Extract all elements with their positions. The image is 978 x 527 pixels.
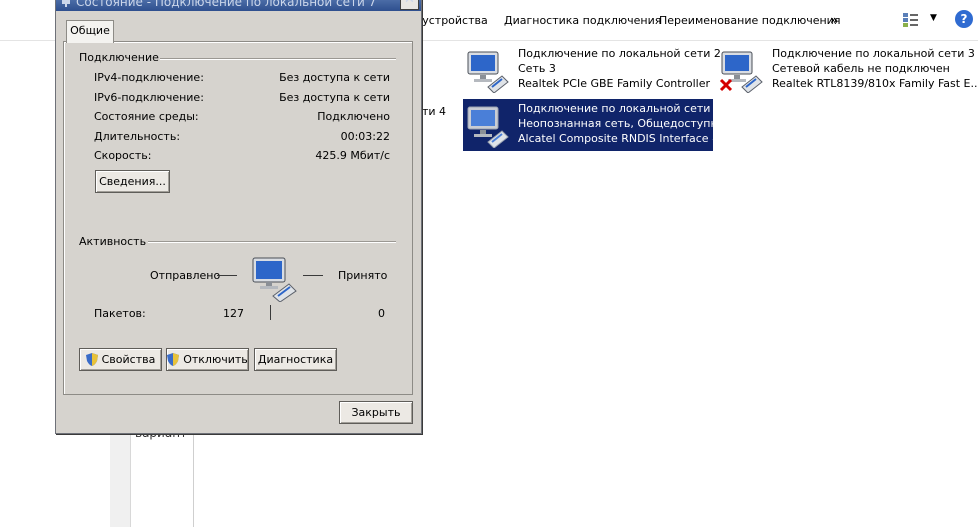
ipv4-value: Без доступа к сети xyxy=(279,71,390,84)
adapter-status: Сеть 3 xyxy=(518,62,556,75)
adapter-4-partial-label: ти 4 xyxy=(422,105,447,118)
duration-value: 00:03:22 xyxy=(340,130,390,143)
adapter-name: Подключение по локальной сети 3 xyxy=(772,47,975,60)
connection-status-dialog: Состояние - Подключение по локальной сет… xyxy=(55,0,422,434)
network-status-icon xyxy=(61,0,71,8)
adapter-status: Сетевой кабель не подключен xyxy=(772,62,950,75)
adapter-item-lan3[interactable]: Подключение по локальной сети 3 Сетевой … xyxy=(717,44,978,96)
adapter-status: Неопознанная сеть, Общедоступно xyxy=(518,117,725,130)
adapter-item-lan7[interactable]: Подключение по локальной сети 7 Неопозна… xyxy=(463,99,728,151)
view-icon[interactable] xyxy=(902,12,920,28)
packets-label: Пакетов: xyxy=(94,307,146,320)
error-x-icon xyxy=(719,78,733,95)
adapter-name: Подключение по локальной сети 2 xyxy=(518,47,721,60)
sent-label: Отправлено xyxy=(150,269,221,282)
disable-button-label: Отключить xyxy=(183,353,248,366)
toolbar-more-button[interactable]: » xyxy=(830,13,838,27)
received-label: Принято xyxy=(338,269,388,282)
adapter-device: Alcatel Composite RNDIS Interface #2 xyxy=(518,132,729,145)
adapter-device: Realtek RTL8139/810x Family Fast E... xyxy=(772,77,978,90)
toolbar-diagnose-connection[interactable]: Диагностика подключения xyxy=(504,14,661,27)
packets-sent-value: 127 xyxy=(223,307,244,320)
help-icon[interactable]: ? xyxy=(955,10,973,28)
general-tab-panel: Подключение IPv4-подключение: Без доступ… xyxy=(63,41,413,395)
sent-dash xyxy=(217,275,237,276)
close-button[interactable]: Закрыть xyxy=(339,401,413,424)
disable-button[interactable]: Отключить xyxy=(166,348,249,371)
network-adapter-icon xyxy=(466,49,510,94)
speed-value: 425.9 Мбит/с xyxy=(315,149,390,162)
duration-label: Длительность: xyxy=(94,130,181,143)
tab-general[interactable]: Общие xyxy=(66,20,114,43)
adapter-item-lan2[interactable]: Подключение по локальной сети 2 Сеть 3 R… xyxy=(463,44,721,96)
dialog-titlebar[interactable]: Состояние - Подключение по локальной сет… xyxy=(56,0,421,11)
close-icon[interactable]: ✕ xyxy=(400,0,419,10)
details-button[interactable]: Сведения... xyxy=(95,170,170,193)
shield-icon xyxy=(85,352,98,366)
toolbar-device-settings[interactable]: о устройства xyxy=(412,14,488,27)
shield-icon xyxy=(167,352,180,366)
group-divider xyxy=(160,58,396,60)
media-state-label: Состояние среды: xyxy=(94,110,199,123)
network-activity-icon xyxy=(251,256,299,305)
ipv6-label: IPv6-подключение: xyxy=(94,91,204,104)
dialog-title: Состояние - Подключение по локальной сет… xyxy=(76,0,377,9)
adapter-name: Подключение по локальной сети 7 xyxy=(518,102,721,115)
chevron-down-icon[interactable]: ▼ xyxy=(930,13,937,23)
ipv6-value: Без доступа к сети xyxy=(279,91,390,104)
diagnose-button[interactable]: Диагностика xyxy=(254,348,337,371)
properties-button-label: Свойства xyxy=(101,353,156,366)
toolbar-rename-connection[interactable]: Переименование подключения xyxy=(659,14,840,27)
packets-received-value: 0 xyxy=(378,307,385,320)
ipv4-label: IPv4-подключение: xyxy=(94,71,204,84)
connection-group-title: Подключение xyxy=(79,51,159,64)
properties-button[interactable]: Свойства xyxy=(79,348,162,371)
adapter-device: Realtek PCIe GBE Family Controller xyxy=(518,77,711,90)
group-divider xyxy=(148,241,396,243)
activity-divider xyxy=(270,305,271,320)
received-dash xyxy=(303,275,323,276)
speed-label: Скорость: xyxy=(94,149,152,162)
network-adapter-icon xyxy=(466,104,510,149)
activity-group-title: Активность xyxy=(79,235,147,248)
media-state-value: Подключено xyxy=(317,110,390,123)
